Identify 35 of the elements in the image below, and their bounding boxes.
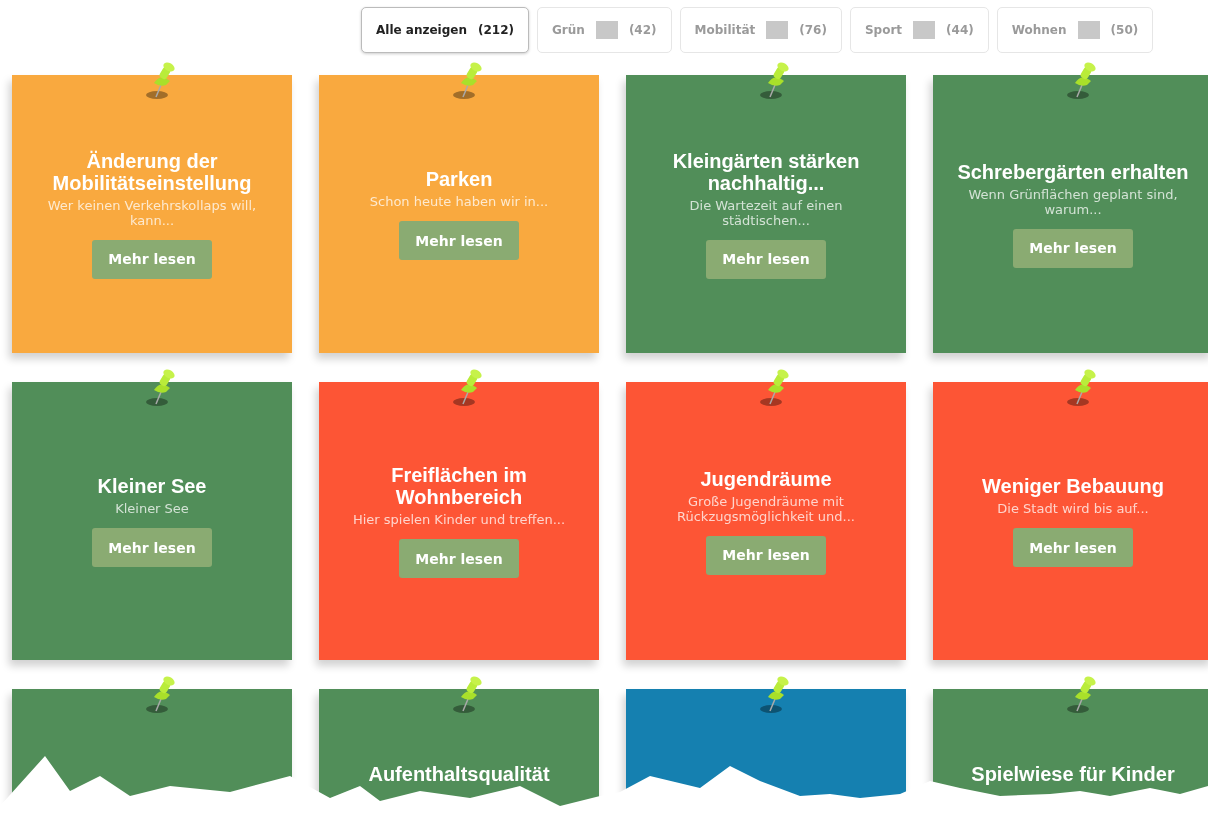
color-swatch-icon [1077,21,1100,39]
read-more-button[interactable]: Mehr lesen [92,239,212,279]
read-more-button[interactable]: Mehr lesen [706,535,826,575]
filter-button[interactable]: Sport (44) [849,7,989,53]
card-title: Parken [425,168,493,190]
card-excerpt: Schon heute haben wir in... [369,194,549,209]
filter-button[interactable]: Grün (42) [537,7,672,53]
card-title: Weniger Bebauung [982,475,1164,497]
card-excerpt: Kleiner See [115,501,189,516]
read-more-button[interactable]: Mehr lesen [706,239,826,279]
read-more-button[interactable]: Mehr lesen [92,528,212,567]
filter-button[interactable]: Alle anzeigen (212) [361,7,529,53]
card-title: Schrebergärten erhalten [957,160,1189,183]
card-excerpt: Die Wartezeit auf einen städtischen... [688,197,844,228]
card-excerpt: Die Stadt wird bis auf... [997,501,1149,516]
card-excerpt: Wer keinen Verkehrskollaps will, kann... [46,197,258,228]
filter-button[interactable]: Wohnen (50) [996,7,1154,53]
card-title: Spielwiese für Kinder [971,763,1175,785]
card-title: Änderung der Mobilitätseinstellung [51,149,253,194]
filter-button[interactable]: Mobilität (76) [679,7,842,53]
card-excerpt: Hier spielen Kinder und treffen... [352,512,566,527]
read-more-button[interactable]: Mehr lesen [399,221,519,260]
card-title: Freiflächen im Wohnbereich [390,464,528,508]
card-excerpt: Wenn Grünflächen geplant sind, warum... [967,186,1179,217]
card-title: Kleingärten stärken nachhaltig... [671,149,861,194]
card-title: Aufenthaltsqualität [368,763,550,785]
read-more-button[interactable]: Mehr lesen [1013,228,1133,268]
card-excerpt: Große Jugendräume mit Rückzugsmöglichkeit und... [676,493,856,524]
card-title: Kleiner See [97,475,207,497]
color-swatch-icon [766,21,789,39]
card-title: Jugendräume [700,467,832,490]
color-swatch-icon [913,21,936,39]
read-more-button[interactable]: Mehr lesen [399,539,519,578]
read-more-button[interactable]: Mehr lesen [1013,528,1133,567]
color-swatch-icon [595,21,618,39]
